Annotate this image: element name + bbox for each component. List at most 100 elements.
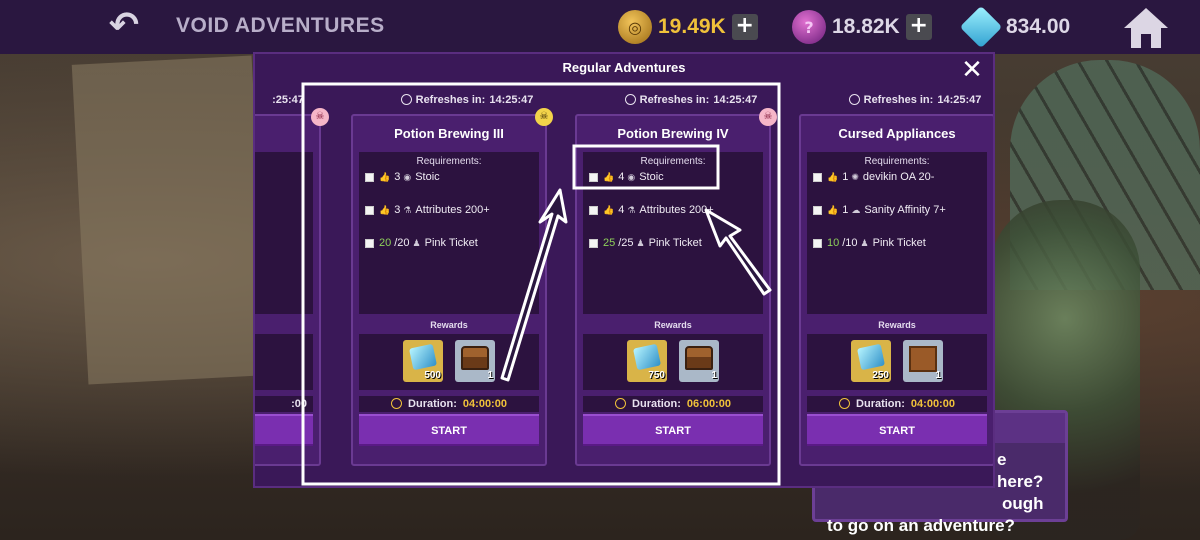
add-gold-button[interactable]: +	[731, 14, 758, 40]
devikin-icon: ✺	[851, 171, 859, 182]
gem-reward[interactable]: 500	[403, 340, 443, 382]
rewards-label: Rewards	[654, 320, 692, 330]
checkbox[interactable]	[365, 172, 374, 182]
refresh-timer: Refreshes in: 14:25:47	[583, 94, 799, 106]
requirements-box: Requirements: 👍 3 ◉ Stoic 👍 3 ⚗ Attributes 200…	[359, 152, 539, 314]
checkbox[interactable]	[813, 172, 822, 182]
card-title: Cursed Appliances	[838, 126, 956, 141]
close-icon[interactable]: ✕	[957, 56, 987, 84]
thumb-icon: 👍	[379, 171, 391, 182]
requirement-item: 👍 1 ✺ devikin OA 20-	[813, 170, 934, 184]
gem-reward[interactable]: 750	[627, 340, 667, 382]
skull-badge-icon: ☠	[535, 108, 553, 126]
clock-icon	[848, 94, 860, 105]
requirements-label: Requirements:	[640, 156, 706, 167]
rewards-label: Rewards	[878, 320, 916, 330]
checkbox[interactable]	[365, 238, 374, 248]
start-button[interactable]: START	[359, 414, 539, 446]
ticket-icon: ♟	[860, 237, 869, 248]
requirements-box: Requirements: 👍 4 ◉ Stoic 👍 4 ⚗ Attributes 200…	[583, 152, 763, 314]
requirement-item: 👍 1 ☁ Sanity Affinity 7+	[813, 203, 946, 217]
void-currency: ? 18.82K +	[792, 9, 932, 45]
add-void-button[interactable]: +	[905, 14, 932, 40]
refresh-label: Refreshes in:	[639, 94, 710, 106]
requirements-label: Requirements:	[864, 156, 930, 167]
requirement-item: 10/10 ♟ Pink Ticket	[813, 236, 926, 250]
card-title: Potion Brewing IV	[617, 126, 729, 141]
back-arrow-icon[interactable]: ↶	[100, 6, 148, 46]
void-amount: 18.82K	[832, 15, 900, 38]
home-icon[interactable]	[1124, 8, 1168, 48]
stoic-icon: ◉	[403, 171, 412, 182]
duration-value: :00	[291, 398, 307, 410]
gem-reward[interactable]: 250	[851, 340, 891, 382]
gem-icon	[408, 343, 438, 371]
chest-icon	[461, 346, 489, 370]
refresh-timer: :25:47	[255, 94, 321, 106]
gold-currency: ◎ 19.49K +	[618, 9, 758, 45]
thumb-icon: 👍	[827, 171, 839, 182]
reward-count: 1	[711, 370, 717, 381]
refresh-label: Refreshes in:	[863, 94, 934, 106]
start-button[interactable]	[255, 414, 313, 446]
chest-reward[interactable]: 1	[455, 340, 495, 382]
duration-bar: Duration: 04:00:00	[807, 396, 987, 412]
adventure-card: Cursed Appliances Requirements: 👍 1 ✺ devik…	[799, 114, 993, 466]
requirements-label: Requirements:	[416, 156, 482, 167]
modal-title: Regular Adventures	[562, 60, 686, 75]
gold-coin-icon: ◎	[618, 10, 652, 44]
skull-badge-icon: ☠	[311, 108, 329, 126]
requirements-box: Requirements: 👍 1 ✺ devikin OA 20- 👍 1 ☁ Sanit…	[807, 152, 987, 314]
thumb-icon: 👍	[379, 204, 391, 215]
checkbox[interactable]	[589, 172, 598, 182]
ticket-icon: ♟	[636, 237, 645, 248]
clock-icon	[615, 398, 627, 409]
screen-title: VOID ADVENTURES	[176, 14, 385, 37]
adventures-modal: Regular Adventures ✕ :25:47 :00 Refreshe…	[253, 52, 995, 488]
duration-bar: :00	[255, 396, 313, 412]
card-title: Potion Brewing III	[394, 126, 504, 141]
start-button[interactable]: START	[807, 414, 987, 446]
checkbox[interactable]	[813, 238, 822, 248]
gem-currency: 834.00	[959, 5, 1071, 49]
refresh-timer: Refreshes in: 14:25:47	[807, 94, 993, 106]
duration-value: 04:00:00	[462, 398, 507, 410]
requirement-item: 👍 3 ◉ Stoic	[365, 170, 440, 184]
requirement-item: 👍 3 ⚗ Attributes 200+	[365, 203, 490, 217]
checkbox[interactable]	[589, 205, 598, 215]
ticket-icon: ♟	[412, 237, 421, 248]
duration-value: 04:00:00	[910, 398, 955, 410]
reward-count: 1	[487, 370, 493, 381]
gold-amount: 19.49K	[658, 15, 726, 38]
stoic-icon: ◉	[627, 171, 636, 182]
clock-icon	[624, 94, 636, 105]
requirement-item: 25/25 ♟ Pink Ticket	[589, 236, 702, 250]
reward-count: 500	[424, 370, 441, 381]
requirement-item: 20/20 ♟ Pink Ticket	[365, 236, 478, 250]
refresh-time: 14:25:47	[713, 94, 758, 106]
attributes-icon: ⚗	[627, 204, 636, 215]
void-token-icon: ?	[792, 10, 826, 44]
gem-icon	[856, 343, 886, 371]
skull-badge-icon: ☠	[759, 108, 777, 126]
background-corkboard	[71, 55, 269, 385]
gem-icon	[959, 5, 1003, 49]
checkbox[interactable]	[813, 205, 822, 215]
reward-count: 250	[872, 370, 889, 381]
duration-value: 06:00:00	[686, 398, 731, 410]
chest-reward[interactable]: 1	[679, 340, 719, 382]
sanity-icon: ☁	[851, 204, 861, 215]
thumb-icon: 👍	[603, 171, 615, 182]
start-button[interactable]: START	[583, 414, 763, 446]
gem-amount: 834.00	[1006, 15, 1071, 38]
npc-dialog-line: ough	[1002, 494, 1044, 513]
checkbox[interactable]	[365, 205, 374, 215]
clock-icon	[839, 398, 851, 409]
gem-icon	[632, 343, 662, 371]
attributes-icon: ⚗	[403, 204, 412, 215]
crate-reward[interactable]: 1	[903, 340, 943, 382]
adventure-card: ☠ ☠ Potion Brewing III Requirements: 👍 3 ◉…	[311, 108, 553, 466]
duration-bar: Duration: 04:00:00	[359, 396, 539, 412]
refresh-time: 14:25:47	[937, 94, 982, 106]
checkbox[interactable]	[589, 238, 598, 248]
